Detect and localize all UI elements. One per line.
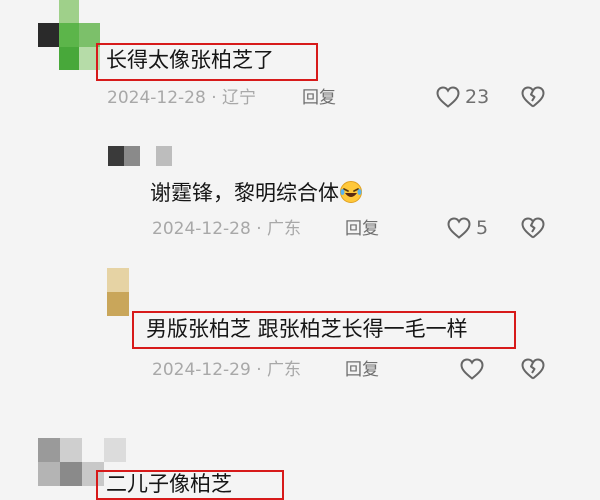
broken-heart-icon — [521, 358, 545, 380]
like-button[interactable]: 23 — [435, 85, 489, 109]
comment-location: 广东 — [267, 219, 302, 239]
dislike-button[interactable] — [520, 216, 546, 244]
comment-text: 男版张柏芝 跟张柏芝长得一毛一样 — [146, 317, 468, 341]
like-count: 23 — [465, 85, 490, 108]
like-button[interactable]: 5 — [446, 216, 488, 240]
dislike-button[interactable] — [520, 85, 546, 113]
comment-meta: 2024-12-28 · 辽宁 — [107, 90, 256, 107]
reply-button[interactable]: 回复 — [345, 362, 379, 379]
like-count: 5 — [476, 216, 489, 239]
meta-separator: · — [256, 360, 262, 380]
avatar[interactable] — [107, 268, 129, 316]
heart-icon — [460, 358, 484, 380]
comment-text: 二儿子像柏芝 — [106, 472, 232, 496]
meta-separator: · — [256, 219, 262, 239]
like-button[interactable] — [459, 357, 485, 381]
reply-button[interactable]: 回复 — [302, 90, 336, 107]
comment-text: 长得太像张柏芝了 — [106, 48, 274, 72]
reply-button[interactable]: 回复 — [345, 221, 379, 238]
laughing-crying-emoji — [339, 180, 363, 208]
comment-date: 2024-12-28 — [152, 219, 251, 239]
heart-icon — [436, 86, 460, 108]
comment-location: 广东 — [267, 360, 302, 380]
comment-location: 辽宁 — [222, 88, 257, 108]
comment-meta: 2024-12-29 · 广东 — [152, 362, 301, 379]
heart-icon — [447, 217, 471, 239]
avatar[interactable] — [38, 0, 100, 70]
dislike-button[interactable] — [520, 357, 546, 385]
comment-date: 2024-12-28 — [107, 88, 206, 108]
comment-meta: 2024-12-28 · 广东 — [152, 221, 301, 238]
comment-text: 谢霆锋，黎明综合体 — [150, 180, 363, 208]
meta-separator: · — [211, 88, 217, 108]
broken-heart-icon — [521, 217, 545, 239]
broken-heart-icon — [521, 86, 545, 108]
comment-date: 2024-12-29 — [152, 360, 251, 380]
avatar[interactable] — [108, 146, 172, 166]
